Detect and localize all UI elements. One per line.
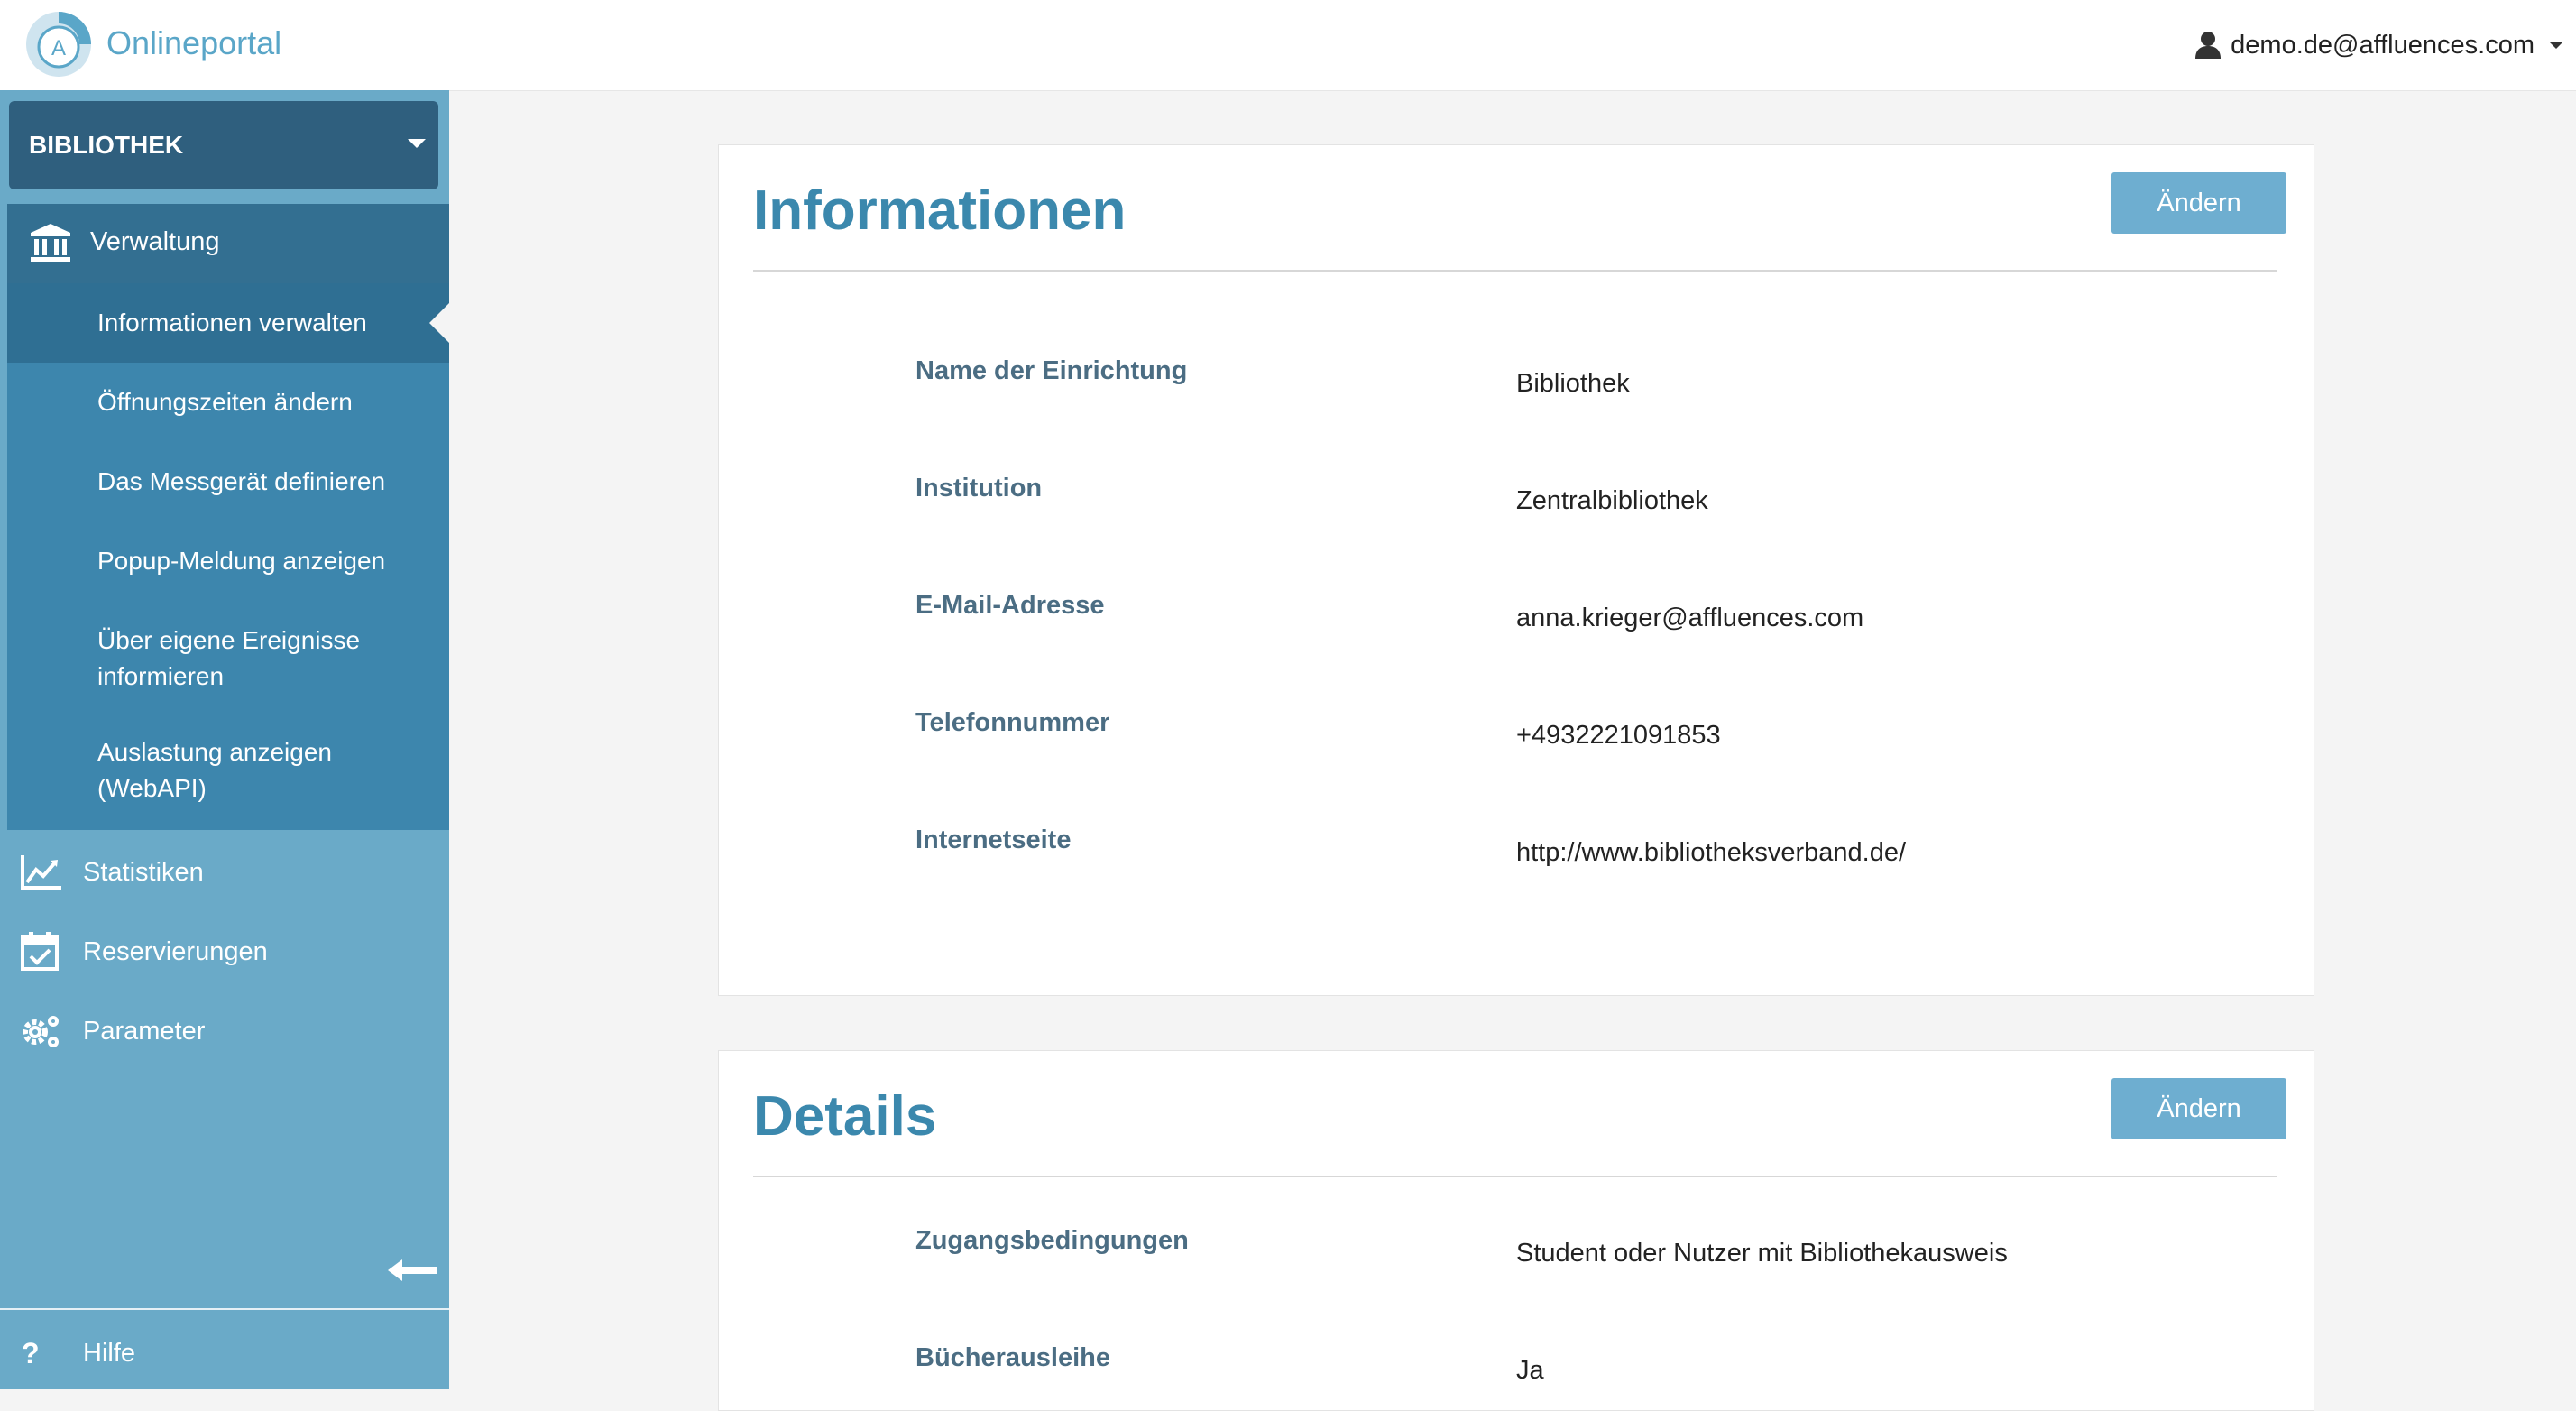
sidebar-subitem-auslastung[interactable]: Auslastung anzeigen (WebAPI) [7,716,449,830]
chevron-down-icon [2549,42,2563,49]
field-value: +4932221091853 [1516,721,1721,750]
nav-group-verwaltung: Verwaltung Informationen verwalten Öffnu… [7,204,449,830]
chevron-down-icon [408,139,426,148]
field-value: Ja [1516,1356,1544,1385]
sidebar-subitem-messgeraet[interactable]: Das Messgerät definieren [7,442,449,521]
info-row: Name der Einrichtung Bibliothek [719,353,2315,407]
field-label: Internetseite [915,825,1072,854]
user-email: demo.de@affluences.com [2231,30,2535,60]
sidebar-item-label: Parameter [83,1017,206,1046]
info-row: Bücherausleihe Ja [719,1340,2315,1394]
field-label: Bücherausleihe [915,1343,1110,1372]
brand-name: Onlineportal [106,24,282,61]
gears-icon [23,1016,59,1047]
sidebar-item-label: Verwaltung [90,227,220,256]
sidebar-subitem-label-line2: informieren [97,662,225,690]
top-bar: A Onlineportal demo.de@affluences.com [0,0,2576,91]
field-label: E-Mail-Adresse [915,591,1105,620]
edit-informationen-button[interactable]: Ändern [2111,172,2286,234]
sidebar-item-label: Reservierungen [83,937,268,966]
field-label: Zugangsbedingungen [915,1226,1189,1255]
sidebar-divider [0,1308,449,1310]
sidebar-item-reservierungen[interactable]: Reservierungen [0,915,449,987]
sidebar: BIBLIOTHEK Verwaltung Informationen verw… [0,90,449,1389]
help-icon: ? [22,1337,40,1370]
sidebar-subitem-oeffnungszeiten[interactable]: Öffnungszeiten ändern [7,363,449,442]
sidebar-subitem-label: Informationen verwalten [97,309,367,337]
card-divider [753,270,2277,272]
library-select[interactable]: BIBLIOTHEK [9,101,438,189]
details-card: Details Ändern Zugangsbedingungen Studen… [718,1050,2314,1411]
field-value: http://www.bibliotheksverband.de/ [1516,838,1907,867]
collapse-sidebar-icon[interactable] [386,1258,438,1283]
card-title: Informationen [753,180,1127,242]
info-row: Internetseite http://www.bibliotheksverb… [719,822,2315,876]
sidebar-subitem-ereignisse[interactable]: Über eigene Ereignisse informieren [7,601,449,716]
logo-letter: A [51,36,66,60]
field-label: Telefonnummer [915,708,1110,737]
library-select-label: BIBLIOTHEK [29,131,184,159]
sidebar-subitem-label: Öffnungszeiten ändern [97,388,353,416]
app-logo[interactable]: A [25,11,92,78]
sidebar-subitem-label: Das Messgerät definieren [97,467,386,495]
user-icon [2195,32,2222,59]
chart-icon [21,855,61,890]
info-row: Zugangsbedingungen Student oder Nutzer m… [719,1222,2315,1277]
calendar-check-icon [21,932,59,971]
field-label: Name der Einrichtung [915,356,1188,385]
institution-icon [31,224,70,262]
sidebar-subitem-popup-meldung[interactable]: Popup-Meldung anzeigen [7,521,449,601]
sidebar-item-verwaltung[interactable]: Verwaltung [7,204,449,283]
user-menu[interactable]: demo.de@affluences.com [2194,25,2563,65]
field-value: anna.krieger@affluences.com [1516,604,1864,632]
info-row: Institution Zentralbibliothek [719,470,2315,524]
sidebar-subitem-label: Popup-Meldung anzeigen [97,547,386,575]
field-value: Bibliothek [1516,369,1630,398]
card-divider [753,1176,2277,1177]
field-value: Zentralbibliothek [1516,486,1708,515]
card-title: Details [753,1085,937,1148]
sidebar-item-hilfe[interactable]: ? Hilfe [0,1326,449,1380]
sidebar-subitem-label-line2: (WebAPI) [97,774,207,802]
sidebar-subitem-informationen-verwalten[interactable]: Informationen verwalten [7,283,449,363]
sidebar-subitem-label: Über eigene Ereignisse [97,626,361,654]
sidebar-item-parameter[interactable]: Parameter [0,994,449,1066]
informationen-card: Informationen Ändern Name der Einrichtun… [718,144,2314,996]
sidebar-item-label: Hilfe [83,1339,136,1368]
sidebar-subitem-label: Auslastung anzeigen [97,738,332,766]
sidebar-item-label: Statistiken [83,858,204,887]
field-value: Student oder Nutzer mit Bibliothekauswei… [1516,1239,2008,1268]
sidebar-item-statistiken[interactable]: Statistiken [0,835,449,908]
active-indicator [429,303,449,343]
info-row: E-Mail-Adresse anna.krieger@affluences.c… [719,587,2315,641]
field-label: Institution [915,474,1043,503]
info-row: Telefonnummer +4932221091853 [719,705,2315,759]
edit-details-button[interactable]: Ändern [2111,1078,2286,1139]
